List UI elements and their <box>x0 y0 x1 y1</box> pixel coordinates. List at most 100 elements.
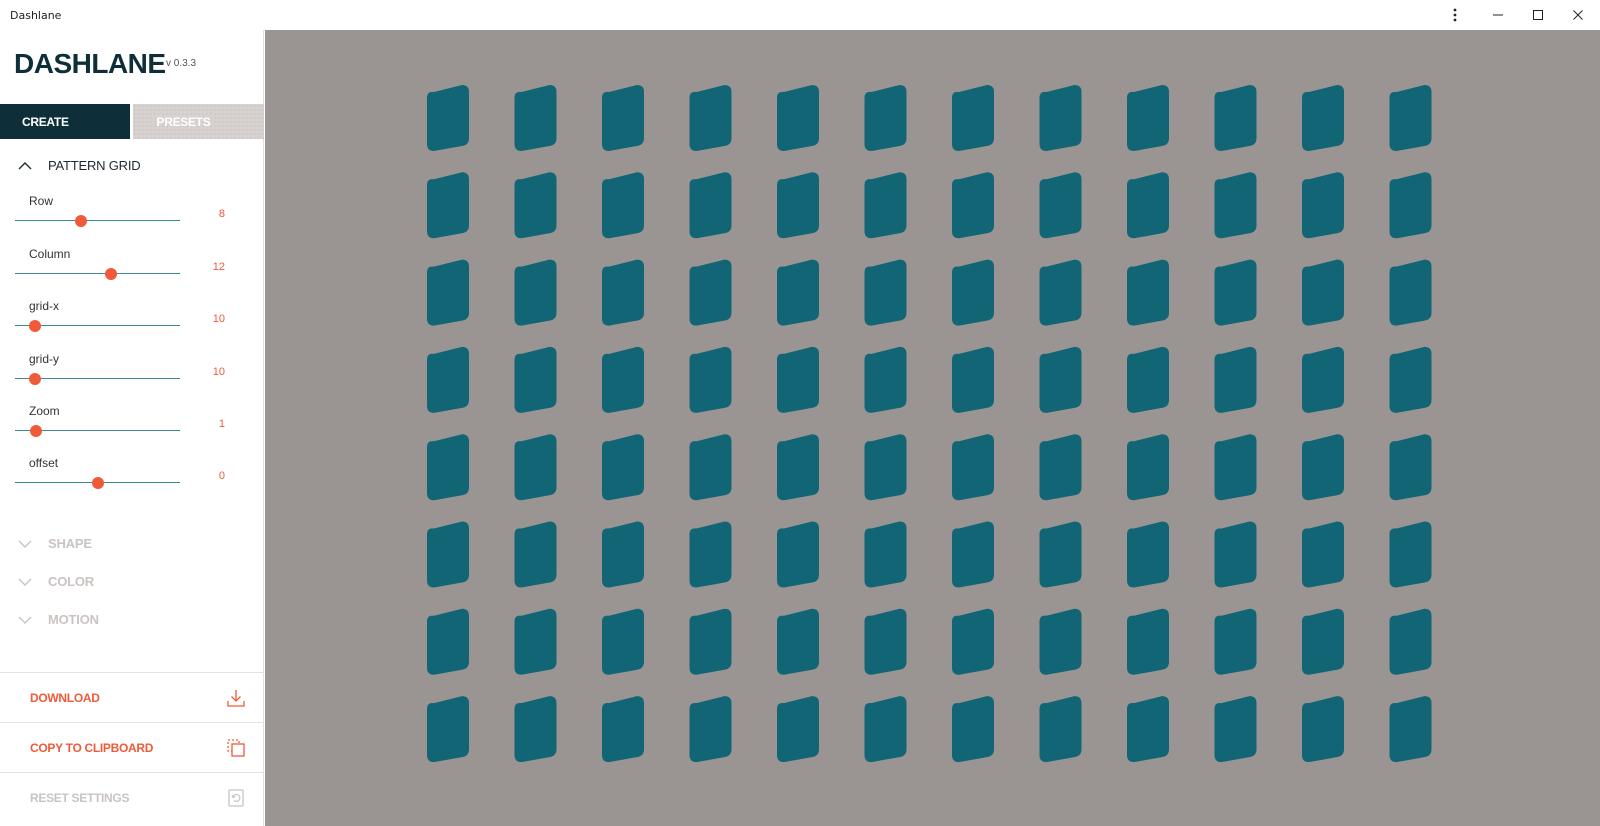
pattern-shape <box>427 608 469 675</box>
pattern-shape <box>952 172 994 239</box>
slider-thumb[interactable] <box>75 215 87 227</box>
pattern-shape <box>689 172 732 239</box>
pattern-shape <box>1039 346 1082 413</box>
slider-row: offset 0 <box>15 456 225 506</box>
pattern-shape <box>777 521 819 588</box>
pattern-shape <box>777 696 819 763</box>
pattern-shape <box>1389 259 1432 326</box>
pattern-shape <box>1389 521 1432 588</box>
tab-presets[interactable]: PRESETS <box>132 104 264 139</box>
pattern-shape <box>777 85 819 151</box>
slider-value: 0 <box>218 470 225 482</box>
pattern-shape <box>1127 696 1169 763</box>
minimize-button[interactable] <box>1478 0 1518 30</box>
slider-value: 1 <box>218 418 225 430</box>
pattern-shape <box>1214 85 1257 151</box>
pattern-shape <box>514 608 557 675</box>
slider-thumb[interactable] <box>91 477 104 489</box>
pattern-shape <box>952 259 994 326</box>
pattern-shape <box>1389 346 1432 413</box>
slider-thumb[interactable] <box>104 268 117 280</box>
chevron-down-icon <box>18 613 36 627</box>
slider-thumb[interactable] <box>30 425 43 437</box>
pattern-shape <box>864 172 907 239</box>
section-shape-header[interactable]: SHAPE <box>18 536 92 551</box>
slider-label: Zoom <box>29 404 60 418</box>
copy-label: COPY TO CLIPBOARD <box>30 740 154 755</box>
slider-row: Zoom 1 <box>15 404 225 454</box>
pattern-shape <box>427 434 469 501</box>
download-icon <box>227 690 245 707</box>
pattern-shape <box>777 608 819 675</box>
section-pattern-grid-header[interactable]: PATTERN GRID <box>18 158 141 173</box>
section-pattern-grid-title: PATTERN GRID <box>48 158 141 173</box>
pattern-shape <box>1039 608 1082 675</box>
pattern-shape <box>602 521 644 588</box>
download-button[interactable]: DOWNLOAD <box>0 672 264 722</box>
title-bar: Dashlane <box>0 0 1600 30</box>
section-shape-title: SHAPE <box>48 536 92 551</box>
pattern-shape <box>689 85 732 151</box>
pattern-shape <box>1127 521 1169 588</box>
pattern-shape <box>1389 608 1432 675</box>
slider-thumb[interactable] <box>28 320 41 332</box>
pattern-preview <box>427 85 1432 763</box>
pattern-shape <box>689 696 732 763</box>
pattern-shape <box>602 434 644 501</box>
reset-icon <box>228 789 244 807</box>
pattern-shape <box>1302 434 1344 501</box>
app-version: v 0.3.3 <box>166 58 197 69</box>
close-button[interactable] <box>1558 0 1598 30</box>
pattern-shape <box>1127 346 1169 413</box>
reset-settings-button[interactable]: RESET SETTINGS <box>0 772 264 822</box>
slider-row: Row 8 <box>15 194 225 244</box>
chevron-down-icon <box>18 575 36 589</box>
pattern-shape <box>1127 434 1169 501</box>
section-motion-header[interactable]: MOTION <box>18 612 99 627</box>
sidebar-tabs: CREATE PRESETS <box>0 104 264 139</box>
window-title: Dashlane <box>10 9 62 22</box>
pattern-shape <box>514 85 557 151</box>
minimize-icon <box>1493 14 1503 16</box>
section-color-header[interactable]: COLOR <box>18 574 94 589</box>
pattern-shape <box>952 696 994 763</box>
close-icon <box>1573 10 1583 20</box>
pattern-shape <box>1039 696 1082 763</box>
copy-to-clipboard-button[interactable]: COPY TO CLIPBOARD <box>0 722 264 772</box>
pattern-shape <box>1127 85 1169 151</box>
pattern-shape <box>427 696 469 763</box>
slider-label: grid-x <box>29 299 60 313</box>
pattern-shape <box>1039 85 1082 151</box>
pattern-shape <box>689 521 732 588</box>
pattern-shape <box>952 521 994 588</box>
pattern-shape <box>1389 434 1432 501</box>
chevron-up-icon <box>18 159 36 173</box>
settings-sidebar: DASHLANE v 0.3.3 CREATE PRESETS PATTERN … <box>0 30 264 826</box>
pattern-shape <box>864 608 907 675</box>
pattern-shape <box>1127 608 1169 675</box>
maximize-button[interactable] <box>1518 0 1558 30</box>
pattern-shape <box>514 172 557 239</box>
pattern-shape <box>777 346 819 413</box>
tab-create[interactable]: CREATE <box>0 104 130 139</box>
slider-track[interactable] <box>15 273 180 274</box>
pattern-canvas <box>265 30 1600 826</box>
more-options-button[interactable] <box>1435 0 1475 30</box>
pattern-shape <box>427 85 469 151</box>
slider-value: 8 <box>218 208 225 220</box>
maximize-icon <box>1533 10 1543 20</box>
pattern-shape <box>1302 696 1344 763</box>
pattern-shape <box>514 696 557 763</box>
pattern-shape <box>689 259 732 326</box>
slider-label: grid-y <box>29 352 60 366</box>
pattern-shape <box>1214 346 1257 413</box>
chevron-down-icon <box>18 537 36 551</box>
slider-thumb[interactable] <box>28 373 41 385</box>
pattern-shape <box>952 85 994 151</box>
pattern-shape <box>777 434 819 501</box>
pattern-shape <box>952 608 994 675</box>
slider-track[interactable] <box>15 220 180 221</box>
pattern-shape <box>1127 172 1169 239</box>
slider-label: offset <box>29 456 59 470</box>
section-motion-title: MOTION <box>48 612 99 627</box>
